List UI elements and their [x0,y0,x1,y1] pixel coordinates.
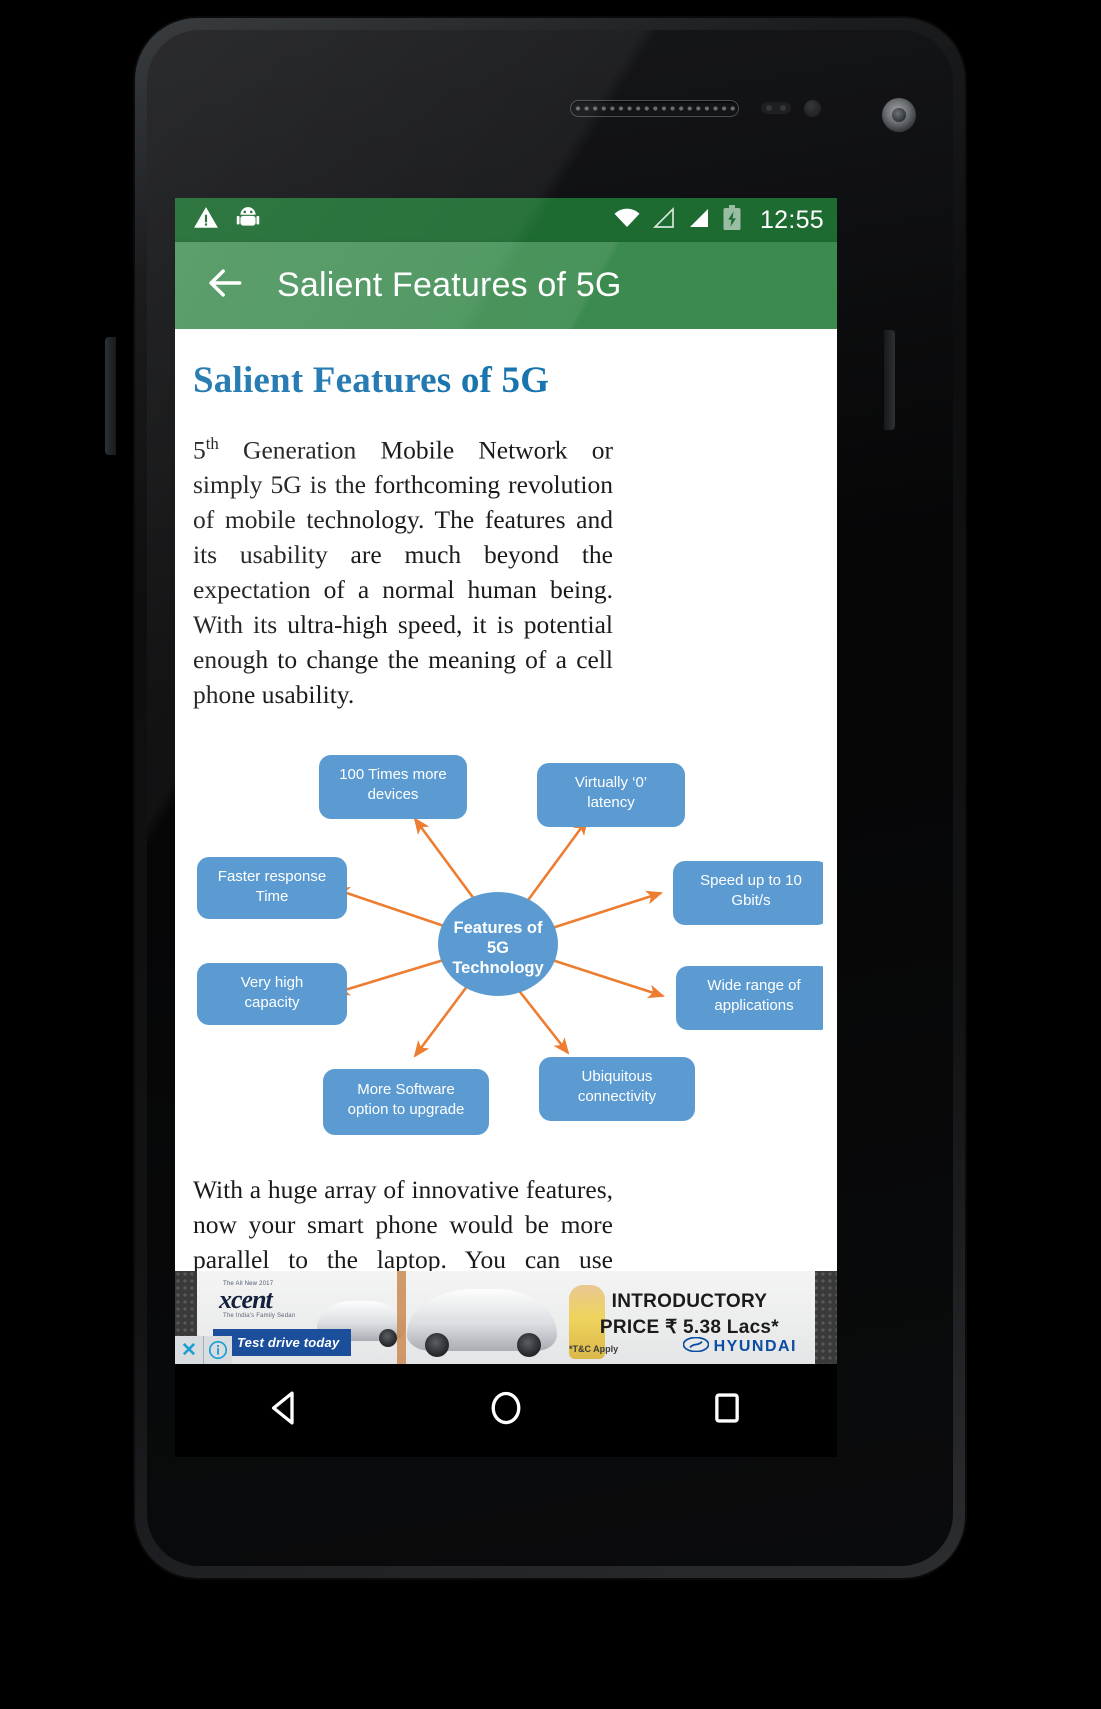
ad-headline: INTRODUCTORY PRICE ₹ 5.38 Lacs* [600,1289,779,1340]
node-capacity-line2: capacity [244,994,300,1011]
center-line2: 5G [487,939,509,957]
diagram-node-applications: Wide range of applications [676,965,823,1030]
diagram-node-devices: 100 Times more devices [319,754,467,819]
paragraph-1-body: Generation Mobile Network or simply 5G i… [193,435,613,709]
center-line1: Features of [454,919,543,937]
nav-back-button[interactable] [242,1364,328,1457]
back-button[interactable] [193,254,257,318]
earpiece-grille [570,100,739,117]
ad-terms: *T&C Apply [569,1344,619,1354]
node-connectivity-line2: connectivity [578,1088,657,1105]
node-connectivity-line1: Ubiquitous [582,1068,653,1085]
close-x-icon[interactable]: ✕ [175,1336,204,1364]
recents-square-icon [706,1387,748,1434]
page-title: Salient Features of 5G [277,266,622,304]
node-applications-line1: Wide range of [707,977,801,994]
ad-creative[interactable]: The All New 2017 xcent The India's Famil… [197,1271,815,1364]
back-triangle-icon [264,1387,306,1434]
android-navigation-bar [175,1364,837,1457]
volume-button[interactable] [105,337,116,455]
nav-home-button[interactable] [463,1364,549,1457]
node-devices-line2: devices [368,786,419,803]
ad-tagline-bottom: The India's Family Sedan [223,1313,296,1319]
android-debug-icon [235,205,261,236]
node-devices-line1: 100 Times more [339,766,447,783]
diagram-node-capacity: Very high capacity [197,962,347,1025]
features-diagram: 100 Times more devices Virtually ‘0’ lat… [183,731,823,1143]
node-speed-line2: Gbit/s [731,892,770,909]
battery-charging-icon [722,204,742,236]
ad-product-logo: xcent [219,1285,273,1314]
article-paragraph-1: 5th Generation Mobile Network or simply … [193,432,613,713]
node-software-line1: More Software [357,1081,455,1098]
article-heading: Salient Features of 5G [193,360,550,401]
node-speed-line1: Speed up to 10 [700,872,802,889]
node-software-line2: option to upgrade [348,1101,465,1118]
hyundai-logo-icon [682,1336,709,1357]
article-content[interactable]: Salient Features of 5G 5th Generation Mo… [175,329,837,1364]
node-capacity-line1: Very high [241,974,304,991]
status-bar-left-icons [193,205,261,236]
front-camera [882,98,916,132]
diagram-node-connectivity: Ubiquitous connectivity [539,1056,695,1121]
paragraph-1-ordinal: 5 [193,435,206,465]
center-line3: Technology [452,959,544,977]
warning-triangle-icon [193,205,219,236]
proximity-sensor [761,102,791,114]
status-bar-clock: 12:55 [759,205,824,234]
ad-wall-pillar [397,1271,406,1364]
diagram-node-latency: Virtually ‘0’ latency [537,762,685,827]
diagram-svg: 100 Times more devices Virtually ‘0’ lat… [197,754,823,1135]
info-circle-icon[interactable] [204,1336,232,1364]
ad-headline-line1: INTRODUCTORY [611,1291,768,1312]
ad-right-filler [813,1271,837,1364]
signal-empty-icon [652,206,676,235]
diagram-node-response: Faster response Time [197,856,347,919]
nav-recents-button[interactable] [684,1364,770,1457]
arrow-left-icon [203,261,247,310]
ad-banner[interactable]: The All New 2017 xcent The India's Famil… [175,1271,837,1364]
paragraph-1-ordinal-suffix: th [205,434,219,453]
phone-screen: 12:55 Salient Features of 5G Salient Fea… [175,198,837,1364]
ad-advertiser: HYUNDAI [682,1336,797,1357]
node-latency-line2: latency [587,794,635,811]
diagram-node-speed: Speed up to 10 Gbit/s [673,860,823,925]
screenshot-root: 12:55 Salient Features of 5G Salient Fea… [0,0,1101,1709]
home-circle-icon [485,1387,527,1434]
diagram-node-software: More Software option to upgrade [323,1068,489,1135]
node-response-line1: Faster response [218,868,326,885]
app-bar: Salient Features of 5G [175,242,837,329]
signal-full-icon [687,206,711,235]
diagram-center-node: Features of 5G Technology [438,891,558,996]
light-sensor [804,100,821,117]
power-button[interactable] [884,330,895,430]
ad-cta-button[interactable]: Test drive today [213,1329,352,1356]
wifi-icon [613,206,641,235]
node-applications-line2: applications [714,997,793,1014]
node-latency-line1: Virtually ‘0’ [575,774,647,791]
status-bar: 12:55 [175,198,837,242]
node-response-line2: Time [256,888,289,905]
ad-advertiser-name: HYUNDAI [713,1338,797,1355]
status-bar-right-icons: 12:55 [613,204,824,236]
